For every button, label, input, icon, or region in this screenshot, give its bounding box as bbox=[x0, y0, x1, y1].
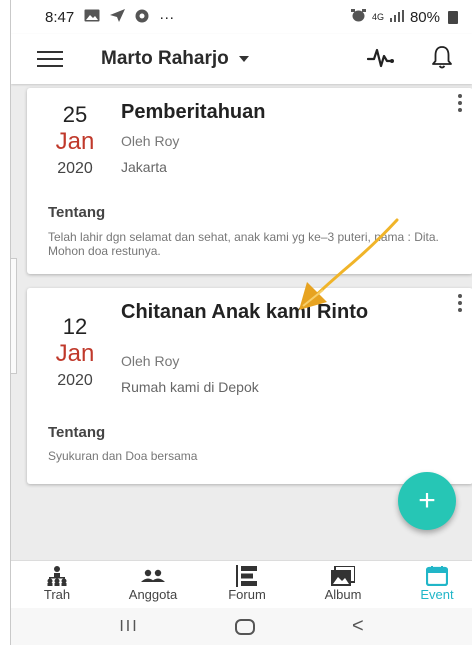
app-bar: Marto Raharjo bbox=[11, 34, 472, 84]
status-bar: 8:47 ··· 4G 80% bbox=[11, 0, 472, 34]
about-label: Tentang bbox=[48, 204, 106, 221]
about-label: Tentang bbox=[48, 424, 106, 441]
image-icon bbox=[84, 9, 100, 25]
album-icon bbox=[303, 565, 383, 587]
members-icon bbox=[113, 565, 193, 587]
event-organizer: Oleh Roy bbox=[121, 353, 180, 369]
app-icon bbox=[135, 9, 149, 26]
event-day: 12 bbox=[62, 314, 88, 339]
status-left: 8:47 ··· bbox=[45, 9, 174, 26]
nav-label: Event bbox=[420, 587, 454, 602]
nav-label: Anggota bbox=[128, 587, 178, 602]
phone-screen: 8:47 ··· 4G 80% Marto Raharjo 25 Jan 202… bbox=[10, 0, 472, 645]
event-location: Rumah kami di Depok bbox=[121, 379, 259, 395]
event-year: 2020 bbox=[57, 372, 93, 389]
event-date: 25 Jan 2020 bbox=[45, 102, 105, 178]
nav-label: Forum bbox=[228, 587, 266, 602]
nav-trah[interactable]: Trah bbox=[17, 565, 97, 602]
event-card[interactable]: 25 Jan 2020 Pemberitahuan Oleh Roy Jakar… bbox=[27, 88, 472, 274]
event-organizer: Oleh Roy bbox=[121, 133, 180, 149]
nav-label: Album bbox=[324, 587, 362, 602]
event-year: 2020 bbox=[57, 160, 93, 177]
signal-icon bbox=[389, 9, 404, 25]
recents-button[interactable]: III bbox=[119, 618, 138, 636]
chevron-down-icon bbox=[238, 56, 249, 62]
more-icon: ··· bbox=[159, 8, 175, 26]
calendar-icon bbox=[397, 565, 472, 587]
forum-icon bbox=[207, 565, 287, 587]
more-vert-icon[interactable] bbox=[457, 94, 463, 112]
alarm-icon bbox=[350, 9, 366, 25]
bell-icon[interactable] bbox=[431, 44, 453, 75]
system-nav: III < bbox=[11, 608, 472, 645]
battery-icon bbox=[448, 10, 458, 24]
nav-event[interactable]: Event bbox=[397, 565, 472, 602]
event-date: 12 Jan 2020 bbox=[45, 314, 105, 390]
user-selector[interactable]: Marto Raharjo bbox=[101, 48, 249, 70]
event-location: Jakarta bbox=[121, 159, 167, 175]
add-event-button[interactable]: + bbox=[398, 472, 456, 530]
event-title: Pemberitahuan bbox=[121, 101, 266, 123]
status-time: 8:47 bbox=[45, 8, 75, 26]
activity-icon[interactable] bbox=[366, 46, 395, 75]
battery-level: 80% bbox=[409, 8, 440, 26]
network-type: 4G bbox=[371, 12, 384, 22]
nav-label: Trah bbox=[43, 587, 71, 602]
annotation-arrow-icon bbox=[299, 218, 399, 310]
event-description: Syukuran dan Doa bersama bbox=[48, 449, 198, 463]
event-day: 25 bbox=[62, 102, 88, 127]
home-button[interactable] bbox=[235, 618, 256, 635]
more-vert-icon[interactable] bbox=[457, 294, 463, 312]
user-name: Marto Raharjo bbox=[101, 48, 229, 69]
send-icon bbox=[110, 9, 126, 25]
event-month: Jan bbox=[55, 340, 95, 367]
event-card[interactable]: 12 Jan 2020 Chitanan Anak kami Rinto Ole… bbox=[27, 288, 472, 484]
family-tree-icon bbox=[17, 565, 97, 587]
nav-album[interactable]: Album bbox=[303, 565, 383, 602]
nav-forum[interactable]: Forum bbox=[207, 565, 287, 602]
nav-anggota[interactable]: Anggota bbox=[113, 565, 193, 602]
status-right: 4G 80% bbox=[350, 8, 458, 26]
back-button[interactable]: < bbox=[352, 615, 364, 638]
menu-icon[interactable] bbox=[37, 51, 63, 67]
bottom-nav: Trah Anggota Forum Album Event bbox=[11, 560, 472, 608]
event-month: Jan bbox=[55, 128, 95, 155]
